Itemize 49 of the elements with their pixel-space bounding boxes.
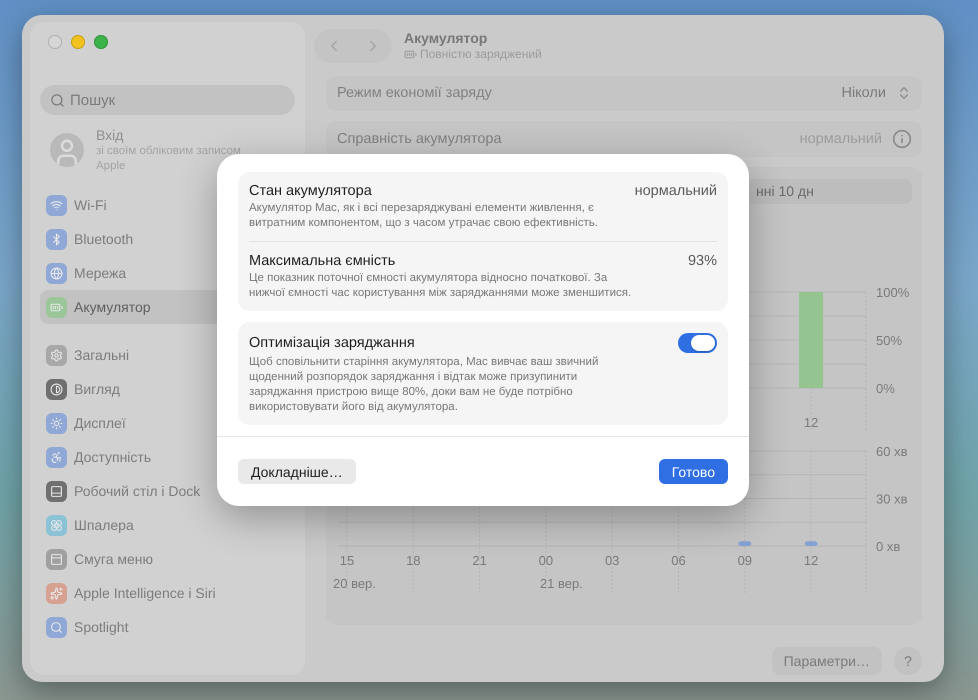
axis-label: 00 <box>538 552 554 568</box>
toggle-switch[interactable] <box>678 333 717 353</box>
axis-label: 12 <box>804 552 818 568</box>
options-button[interactable]: Параметри… <box>772 646 882 675</box>
axis-label: 0 хв <box>876 538 900 554</box>
sidebar-item[interactable]: Spotlight <box>40 610 295 644</box>
axis-label: 06 <box>671 552 686 568</box>
item-value: нормальний <box>634 183 717 199</box>
item-value: 93% <box>688 253 717 269</box>
axis-label: 30 хв <box>876 491 908 506</box>
date-label: 21 вер. <box>540 576 583 591</box>
axis-label: 12 <box>804 414 818 430</box>
setting-label: Режим економії заряду <box>337 85 492 102</box>
done-button[interactable]: Готово <box>658 459 728 484</box>
axis-label: 0% <box>876 380 895 396</box>
account-title[interactable]: Вхід <box>96 127 271 143</box>
axis-label: 21 <box>472 552 487 568</box>
axis-label: 50% <box>876 332 902 348</box>
item-title: Оптимізація заряджання <box>249 335 415 351</box>
avatar-icon <box>50 133 84 167</box>
help-button[interactable]: ? <box>894 646 922 675</box>
window-control[interactable] <box>71 35 85 49</box>
sidebar-item[interactable]: Apple Intelligence і Siri <box>40 576 295 610</box>
setting-value[interactable]: Ніколи <box>841 85 886 102</box>
chart-bar <box>804 541 818 546</box>
page-title: Акумулятор <box>404 30 488 46</box>
axis-label: 60 хв <box>876 444 908 459</box>
window-control[interactable] <box>48 35 62 49</box>
date-label: 20 вер. <box>333 576 376 591</box>
sidebar-item[interactable]: Шпалера <box>40 508 295 542</box>
window-control[interactable] <box>94 35 108 49</box>
item-description: Щоб сповільнити старіння акумулятора, Mac вивчає ваш звичний щоденний розпорядок заряджання і відтак може призупинити заряджання пристрою вище 80%, доки вам не буде потрібно використовувати його від акумулятора. <box>249 355 600 415</box>
axis-label: 09 <box>738 552 752 568</box>
search-icon <box>50 92 65 108</box>
range-label: нні 10 дн <box>756 183 814 200</box>
axis-label: 100% <box>876 284 910 300</box>
sidebar-item[interactable]: Смуга меню <box>40 542 295 576</box>
info-icon[interactable] <box>892 129 912 150</box>
setting-label: Справність акумулятора <box>337 131 502 148</box>
axis-label: 18 <box>406 552 421 568</box>
axis-label: 03 <box>604 552 620 568</box>
axis-label: 15 <box>340 552 354 568</box>
battery-icon <box>404 48 417 61</box>
search-field[interactable]: Пошук <box>40 85 295 115</box>
item-description: Акумулятор Mac, як і всі перезаряджувані елементи живлення, є витратним компонентом, що з часом утрачає свою ефективність. <box>249 201 599 231</box>
more-info-button[interactable]: Докладніше… <box>238 459 356 484</box>
item-title: Стан акумулятора <box>249 183 372 199</box>
chart-bar <box>738 541 752 546</box>
item-title: Максимальна ємність <box>249 253 396 269</box>
